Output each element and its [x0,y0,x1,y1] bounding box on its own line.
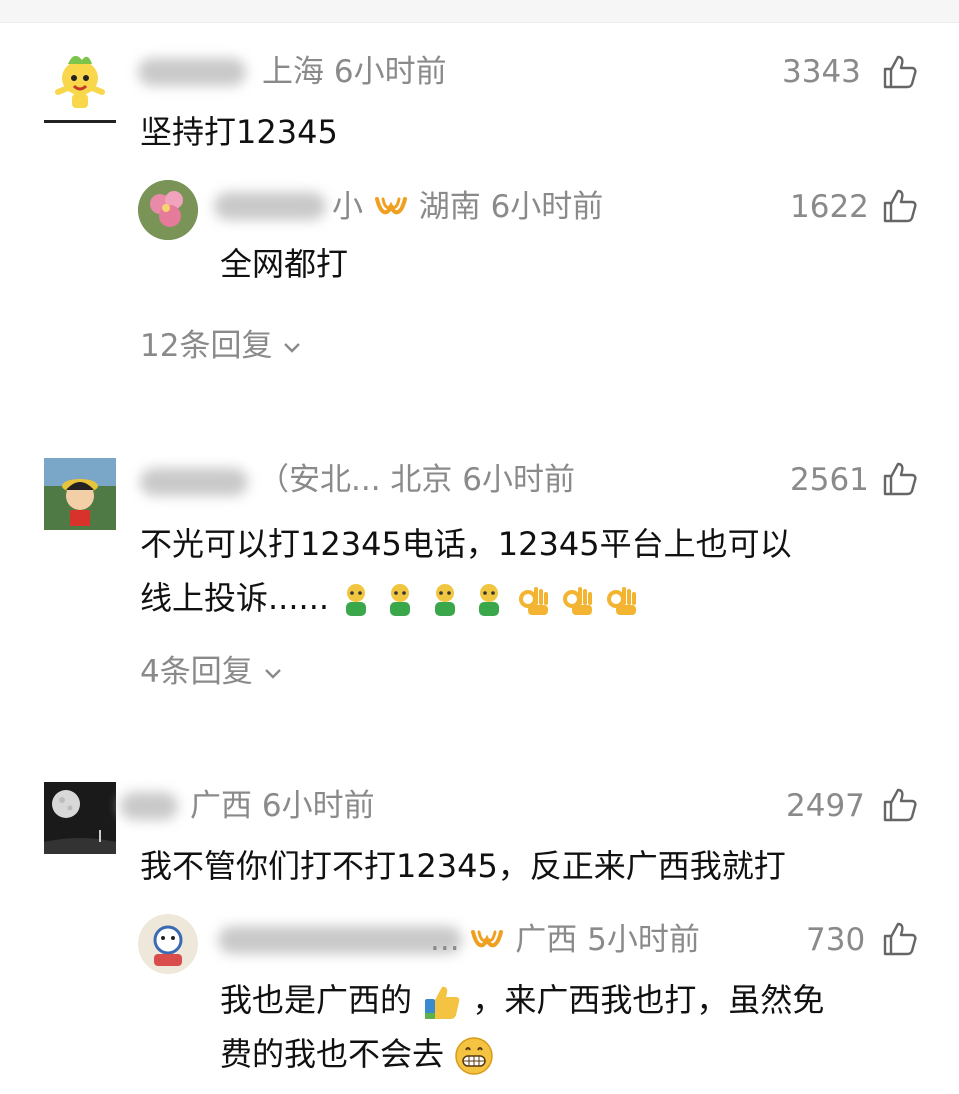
comment-time: 6小时前 [333,54,447,90]
thumbs-up-icon[interactable] [882,54,918,90]
reply-location: 广西 [515,922,578,958]
green-figure-emoji-icon [390,584,411,616]
green-figure-emoji-icon [346,584,367,616]
top-divider [0,0,959,23]
like-count: 3343 [782,54,861,90]
comment-location: 上海 [262,54,324,90]
more-replies-link[interactable]: 4条回复 [140,652,283,692]
username-blurred[interactable] [138,58,246,86]
thumbs-up-icon[interactable] [882,787,918,823]
reply-meta: ... 广西 5小时前 [430,920,700,960]
avatar[interactable] [44,458,116,530]
username-blurred[interactable] [214,192,326,220]
comment-location: 北京 [390,462,453,498]
avatar[interactable] [138,180,198,240]
comment-time: 6小时前 [462,462,576,498]
like-count: 1622 [790,189,869,225]
comment-username-tail: （安北... [258,462,381,498]
reply-text-line-2-text: 费的我也不会去 [220,1035,445,1073]
comment-meta: 广西 6小时前 [190,786,375,826]
vip-badge-icon [374,197,407,215]
grin-emoji-icon [455,1037,493,1075]
like-count: 2561 [790,462,869,498]
more-replies-label: 12条回复 [140,328,273,364]
ok-hand-emoji-icon [518,587,548,615]
reply-text-line-1: 我也是广西的 ，来广西我也打，虽然免 [220,972,824,1028]
reply-text-part-2: ，来广西我也打，虽然免 [472,981,825,1019]
comment-time: 6小时前 [261,788,375,824]
like-count: 730 [806,922,866,958]
chevron-down-icon [284,342,301,353]
reply-time: 5小时前 [587,922,700,958]
more-replies-link[interactable]: 12条回复 [140,326,302,366]
comment-text: 坚持打12345 [140,113,338,151]
thumbs-up-icon[interactable] [882,461,918,497]
ok-hand-emoji-icon [607,587,637,615]
comment-meta: （安北... 北京 6小时前 [258,460,575,500]
green-figure-emoji-icon [478,584,499,616]
comment-text-line-2-text: 线上投诉...... [140,579,330,617]
reply-meta: 小 湖南 6小时前 [332,187,603,227]
green-figure-emoji-icon [434,584,455,616]
username-blurred[interactable] [218,926,462,954]
username-blurred[interactable] [140,468,248,496]
reply-text-line-2: 费的我也不会去 [220,1026,494,1082]
reply-username-tail: 小 [332,189,363,225]
thumbs-up-icon[interactable] [882,188,918,224]
reply-text-part-1: 我也是广西的 [220,981,413,1019]
comment-text-line-1: 不光可以打12345电话，12345平台上也可以 [140,525,792,563]
chevron-down-icon [264,668,281,679]
comment-meta: 上海 6小时前 [262,52,447,92]
comment-text-line-2: 线上投诉...... [140,570,638,626]
avatar[interactable] [44,782,116,854]
ok-hand-emoji-icon [563,587,593,615]
reply-username-tail: ... [430,922,460,958]
thumbs-up-emoji-icon [425,986,460,1019]
avatar[interactable] [44,48,116,123]
reply-location: 湖南 [418,189,481,225]
thumbs-up-icon[interactable] [882,921,918,957]
vip-badge-icon [471,930,504,948]
reply-text: 全网都打 [220,245,349,283]
reply-time: 6小时前 [490,189,604,225]
comment-location: 广西 [190,788,252,824]
more-replies-label: 4条回复 [140,654,253,690]
emoji-group [339,579,638,617]
avatar[interactable] [138,914,198,974]
like-count: 2497 [786,788,865,824]
comment-text: 我不管你们打不打12345，反正来广西我就打 [140,847,786,885]
username-blurred[interactable] [120,792,178,820]
